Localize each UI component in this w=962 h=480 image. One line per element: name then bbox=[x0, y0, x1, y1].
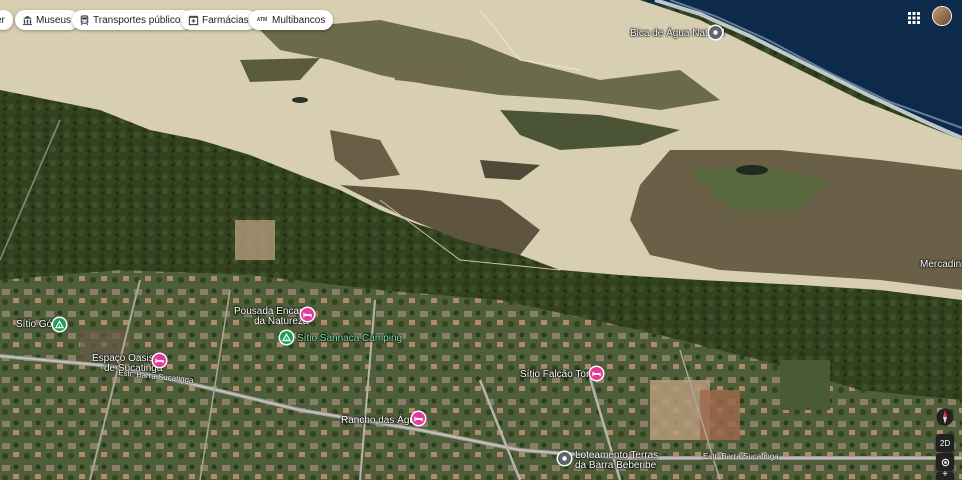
place-label-loteamento-line2[interactable]: da Barra Beberibe bbox=[575, 460, 656, 471]
satellite-map[interactable]: er Museus Transportes públicos Farmácias… bbox=[0, 0, 962, 480]
plus-icon: + bbox=[942, 469, 948, 480]
pharmacy-icon bbox=[187, 14, 199, 26]
bed-icon bbox=[592, 371, 601, 377]
satellite-imagery bbox=[0, 0, 962, 480]
place-label-pousada-line2[interactable]: da Natureza bbox=[254, 316, 308, 327]
my-location-icon bbox=[941, 458, 949, 466]
chip-museus[interactable]: Museus bbox=[15, 10, 80, 30]
place-pin-sitio-sannaca[interactable] bbox=[280, 331, 293, 344]
compass-icon bbox=[936, 408, 954, 426]
avatar[interactable] bbox=[933, 7, 951, 25]
zoom-in-button[interactable]: + bbox=[936, 469, 954, 480]
compass-button[interactable] bbox=[936, 408, 954, 426]
place-pin-loteamento[interactable] bbox=[558, 452, 571, 465]
atm-icon: ATM bbox=[256, 17, 268, 23]
place-label-mercadinho[interactable]: Mercadinh bbox=[920, 259, 962, 270]
place-pin-rancho[interactable] bbox=[412, 412, 425, 425]
place-label-sitio-sannaca[interactable]: Sítio Sannaca Camping bbox=[297, 333, 402, 344]
tent-icon bbox=[282, 333, 291, 342]
chip-label: Farmácias bbox=[202, 14, 249, 26]
chip-farmacias[interactable]: Farmácias bbox=[181, 10, 257, 30]
chip-label: Multibancos bbox=[272, 14, 326, 26]
apps-grid-icon[interactable] bbox=[908, 11, 920, 24]
chip-label: er bbox=[0, 14, 5, 26]
place-pin-sitio-gois[interactable] bbox=[53, 318, 66, 331]
museum-icon bbox=[21, 14, 33, 26]
chip-multibancos[interactable]: ATM Multibancos bbox=[249, 10, 334, 30]
chip-label: Transportes públicos bbox=[93, 14, 186, 26]
poi-icon bbox=[562, 456, 567, 461]
train-icon bbox=[78, 14, 90, 26]
bed-icon bbox=[155, 358, 164, 364]
bed-icon bbox=[414, 416, 423, 422]
place-pin-espaco[interactable] bbox=[153, 354, 166, 367]
place-pin-pousada[interactable] bbox=[301, 308, 314, 321]
view-mode-2d-button[interactable]: 2D bbox=[936, 434, 954, 452]
tent-icon bbox=[55, 320, 64, 329]
road-label-barra-sucatinga-east: Estr. Barra Sucatinga bbox=[703, 452, 779, 461]
place-pin-bica[interactable] bbox=[709, 26, 722, 39]
chip-label: Museus bbox=[36, 14, 72, 26]
chip-transportes-publicos[interactable]: Transportes públicos bbox=[72, 10, 194, 30]
poi-icon bbox=[713, 30, 718, 35]
place-pin-sitio-falcao[interactable] bbox=[590, 367, 603, 380]
bed-icon bbox=[303, 312, 312, 318]
